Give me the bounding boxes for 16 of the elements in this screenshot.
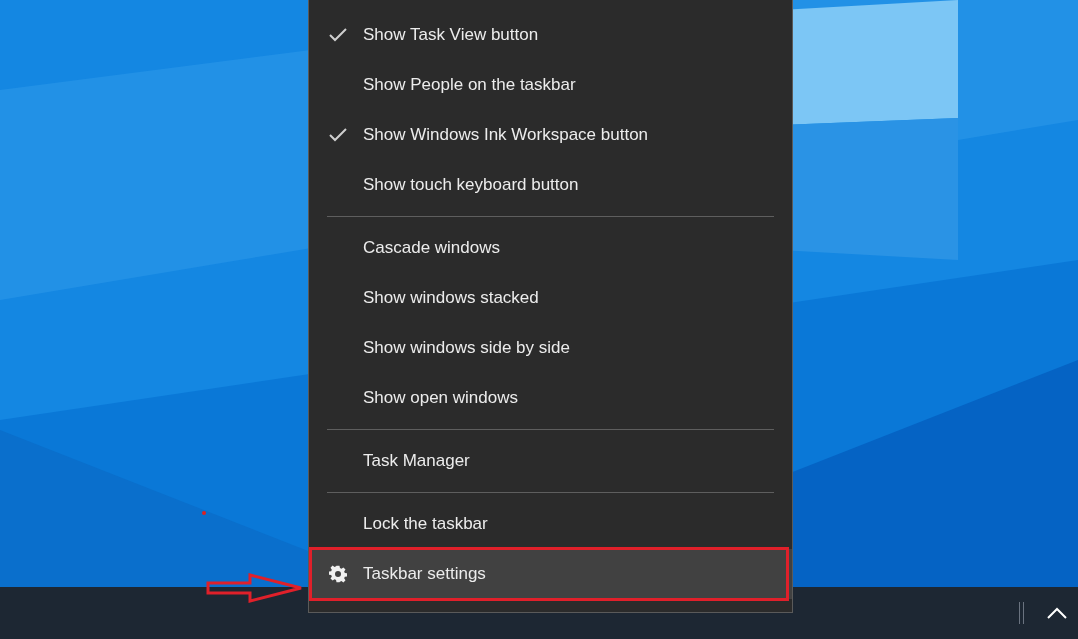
menu-item[interactable]: Show Windows Ink Workspace button bbox=[309, 110, 792, 160]
menu-item[interactable]: Task Manager bbox=[309, 436, 792, 486]
settings-icon bbox=[329, 565, 347, 583]
menu-item[interactable]: Show People on the taskbar bbox=[309, 60, 792, 110]
arrow-icon bbox=[206, 572, 304, 604]
chevron-up-icon[interactable] bbox=[1046, 606, 1068, 620]
menu-item[interactable]: Show windows stacked bbox=[309, 273, 792, 323]
menu-item[interactable]: Show Task View button bbox=[309, 10, 792, 60]
menu-item[interactable]: Lock the taskbar bbox=[309, 499, 792, 549]
taskbar-divider bbox=[1019, 602, 1024, 624]
menu-item[interactable]: Show open windows bbox=[309, 373, 792, 423]
menu-item[interactable]: Show touch keyboard button bbox=[309, 160, 792, 210]
menu-item[interactable]: Show windows side by side bbox=[309, 323, 792, 373]
menu-item[interactable]: Taskbar settings bbox=[309, 549, 792, 599]
stray-mark bbox=[202, 511, 206, 515]
menu-item[interactable]: Cascade windows bbox=[309, 223, 792, 273]
